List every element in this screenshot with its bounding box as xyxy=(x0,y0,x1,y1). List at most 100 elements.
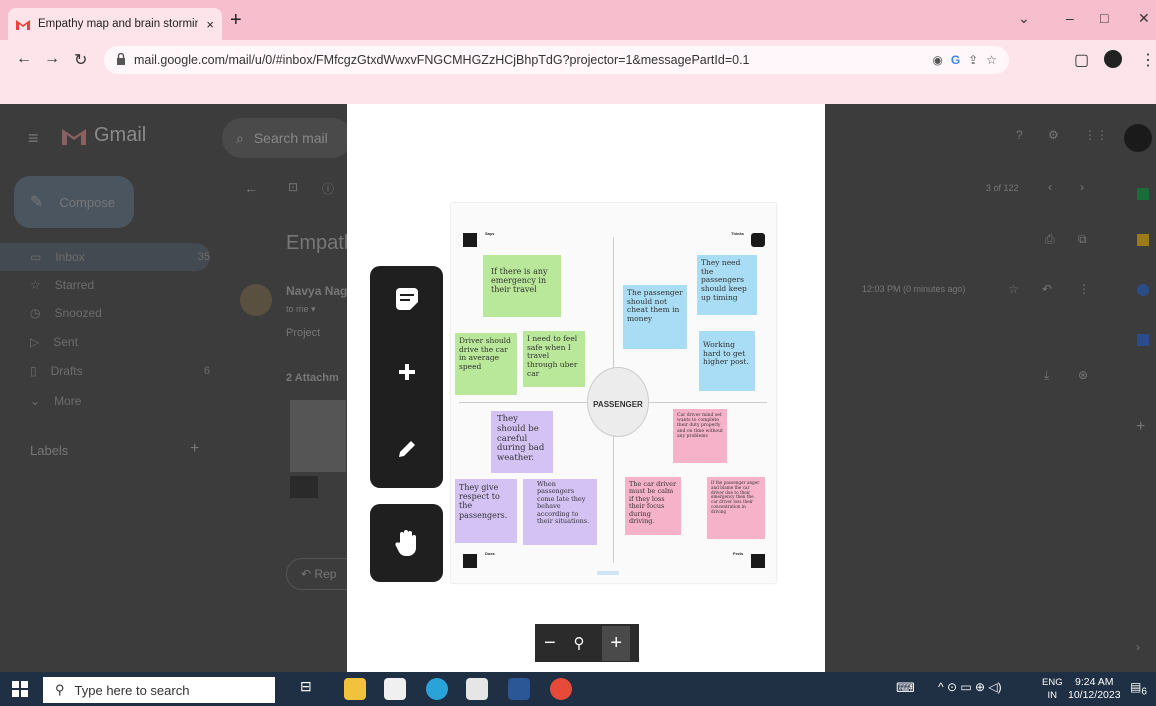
zoom-in-button[interactable]: + xyxy=(602,625,631,661)
calendar-icon[interactable] xyxy=(1137,188,1149,200)
nav-drafts[interactable]: ▯ Drafts 6 xyxy=(30,364,210,378)
tasks-icon[interactable] xyxy=(1137,284,1149,296)
nav-more[interactable]: ⌄ More xyxy=(30,394,210,408)
minimize-button[interactable]: – xyxy=(1066,10,1074,26)
apps-icon[interactable]: ⋮⋮ xyxy=(1084,128,1108,142)
browser-menu-icon[interactable]: ⋮ xyxy=(1140,50,1156,70)
nav-inbox[interactable]: ▭ Inbox 35 xyxy=(30,250,210,264)
address-bar[interactable]: mail.google.com/mail/u/0/#inbox/FMfcgzGt… xyxy=(104,46,1009,74)
zoom-out-button[interactable]: − xyxy=(544,632,556,655)
thinks-icon xyxy=(751,233,765,247)
system-tray-icons[interactable]: ^ ⊙ ▭ ⊕ ◁) xyxy=(938,680,1002,694)
taskbar-clock[interactable]: 9:24 AM 10/12/2023 xyxy=(1068,676,1121,702)
reply-email-icon[interactable]: ↶ xyxy=(1042,282,1052,296)
compose-label: Compose xyxy=(59,194,116,210)
draft-icon: ▯ xyxy=(30,364,37,378)
note-feels-2: The car driver must be calm if they loss… xyxy=(625,477,681,535)
does-label: Does xyxy=(485,551,495,556)
hand-pan-tool-icon[interactable] xyxy=(370,528,443,558)
taskbar-search-placeholder: Type here to search xyxy=(74,682,190,698)
language-indicator[interactable]: ENG IN xyxy=(1042,676,1063,702)
back-to-inbox-icon[interactable]: ← xyxy=(244,180,258,196)
browser-tab[interactable]: Empathy map and brain stormin × xyxy=(8,8,222,40)
compose-button[interactable]: ✎ Compose xyxy=(14,176,134,228)
gmail-logo[interactable]: Gmail xyxy=(62,124,146,147)
chrome-icon[interactable] xyxy=(550,678,572,700)
mail-icon[interactable] xyxy=(466,678,488,700)
reload-icon[interactable]: ↻ xyxy=(74,50,87,70)
download-icon[interactable]: ⤓ xyxy=(1044,368,1049,383)
account-avatar[interactable] xyxy=(1124,124,1152,152)
share-icon[interactable]: ⇪ xyxy=(968,53,978,67)
back-icon[interactable]: ← xyxy=(16,50,32,68)
open-new-window-icon[interactable]: ⧉ xyxy=(1078,232,1087,247)
note-says-1: If there is any emergency in their trave… xyxy=(483,255,561,317)
chevron-down-icon: ⌄ xyxy=(30,394,41,408)
edge-icon[interactable] xyxy=(426,678,448,700)
new-tab-button[interactable]: + xyxy=(230,10,242,30)
note-thinks-2: They need the passengers should keep up … xyxy=(697,255,757,315)
note-feels-1: Car driver mind set wants to complete th… xyxy=(673,409,727,463)
bookmark-star-icon[interactable]: ☆ xyxy=(986,53,997,67)
email-body: Project xyxy=(286,327,321,339)
keep-icon[interactable] xyxy=(1137,234,1149,246)
labels-heading: Labels xyxy=(30,443,69,458)
star-email-icon[interactable]: ☆ xyxy=(1008,282,1019,296)
gmail-favicon-icon xyxy=(16,19,30,30)
keyboard-icon[interactable]: ⌨ xyxy=(896,680,915,696)
note-feels-3: If the passenger anger and blame the car… xyxy=(707,477,765,539)
tab-close-icon[interactable]: × xyxy=(206,17,214,32)
search-icon: ⌕ xyxy=(236,129,244,146)
does-icon xyxy=(463,554,477,568)
tab-search-icon[interactable]: ⌄ xyxy=(1018,10,1030,27)
zoom-icon[interactable]: ⚲ xyxy=(574,634,585,652)
collapse-panel-icon[interactable]: › xyxy=(1136,640,1140,654)
windows-start-icon[interactable] xyxy=(12,681,28,700)
more-options-icon[interactable]: ⋮ xyxy=(1078,282,1090,296)
eye-icon[interactable]: ◉ xyxy=(932,53,942,67)
file-explorer-icon[interactable] xyxy=(344,678,366,700)
gmail-logo-text: Gmail xyxy=(94,124,147,146)
sidebar-icon[interactable]: ▢ xyxy=(1074,50,1089,70)
search-icon: ⚲ xyxy=(55,682,65,697)
nav-sent[interactable]: ▷ Sent xyxy=(30,335,210,349)
says-icon xyxy=(463,233,477,247)
report-icon[interactable]: ⓘ xyxy=(322,180,334,197)
word-icon[interactable] xyxy=(508,678,530,700)
help-icon[interactable]: ? xyxy=(1016,128,1023,142)
store-icon[interactable] xyxy=(384,678,406,700)
attachment-thumb[interactable] xyxy=(290,400,346,472)
sticky-note-tool-icon[interactable] xyxy=(370,286,443,312)
restore-button[interactable]: □ xyxy=(1100,10,1108,26)
google-icon[interactable]: G xyxy=(951,53,960,67)
profile-avatar[interactable] xyxy=(1104,50,1122,68)
board-tool-palette xyxy=(370,266,443,488)
sender-name: Navya Nag xyxy=(286,284,348,298)
attachment-thumb-2[interactable] xyxy=(290,476,318,498)
search-mail-field[interactable]: ⌕ Search mail xyxy=(222,118,352,158)
pen-tool-icon[interactable] xyxy=(370,438,443,460)
settings-gear-icon[interactable]: ⚙ xyxy=(1048,128,1059,142)
add-tool-icon[interactable] xyxy=(370,362,443,382)
recipient[interactable]: to me ▾ xyxy=(286,304,316,315)
prev-email-icon[interactable]: ‹ xyxy=(1048,180,1052,194)
add-to-drive-icon[interactable]: ⊛ xyxy=(1078,368,1088,382)
forward-icon[interactable]: → xyxy=(44,50,60,68)
email-subject: Empath xyxy=(286,232,355,254)
main-menu-icon[interactable]: ≡ xyxy=(28,128,39,149)
next-email-icon[interactable]: › xyxy=(1080,180,1084,194)
archive-icon[interactable]: ⊡ xyxy=(288,180,298,194)
print-icon[interactable]: ⎙ xyxy=(1045,232,1055,247)
star-icon: ☆ xyxy=(30,278,41,292)
add-label-icon[interactable]: + xyxy=(190,440,199,458)
reply-icon: ↶ xyxy=(301,567,312,581)
bookmarks-bar xyxy=(0,78,1156,104)
notifications-icon[interactable]: ▤6 xyxy=(1130,680,1147,697)
nav-snoozed[interactable]: ◷ Snoozed xyxy=(30,306,210,320)
close-window-button[interactable]: ✕ xyxy=(1138,10,1150,27)
taskbar-search[interactable]: ⚲ Type here to search xyxy=(43,677,275,703)
task-view-icon[interactable]: ⊟ xyxy=(300,678,322,700)
contacts-icon[interactable] xyxy=(1137,334,1149,346)
nav-starred[interactable]: ☆ Starred xyxy=(30,278,210,292)
get-addons-icon[interactable]: + xyxy=(1136,418,1145,436)
